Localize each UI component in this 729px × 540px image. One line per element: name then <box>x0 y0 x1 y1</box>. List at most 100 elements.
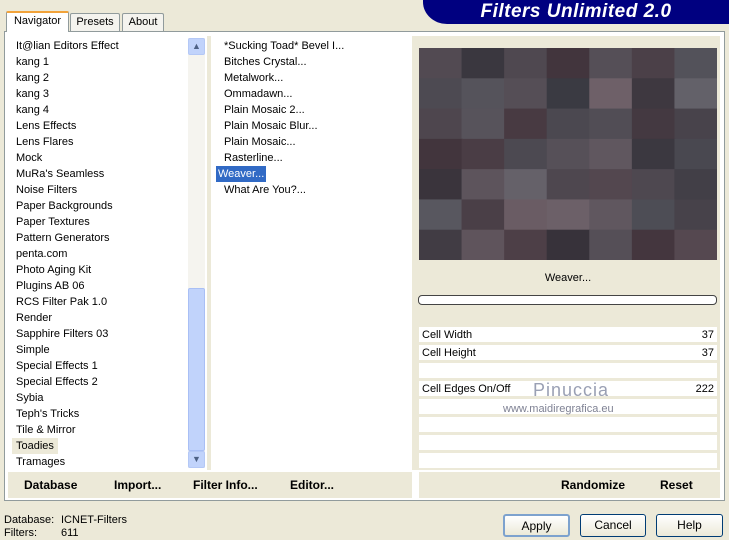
category-item[interactable]: RCS Filter Pak 1.0 <box>8 294 107 310</box>
import-button[interactable]: Import... <box>114 478 161 492</box>
mosaic-tile <box>631 78 676 110</box>
mosaic-tile <box>674 138 717 171</box>
param-value[interactable]: 222 <box>696 381 714 397</box>
mosaic-tile <box>674 48 717 80</box>
category-item[interactable]: MuRa's Seamless <box>8 166 104 182</box>
tab-navigator[interactable]: Navigator <box>6 11 69 32</box>
scroll-down-icon[interactable]: ▼ <box>188 451 205 468</box>
param-label: Cell Edges On/Off <box>422 383 511 395</box>
category-item[interactable]: kang 4 <box>8 102 49 118</box>
filter-name-label: Weaver... <box>544 272 592 284</box>
mosaic-tile <box>589 229 633 260</box>
mosaic-tile <box>504 108 548 140</box>
category-item[interactable]: Special Effects 2 <box>8 374 98 390</box>
filter-item[interactable]: What Are You?... <box>214 182 306 198</box>
status-database-label: Database: <box>4 514 55 526</box>
mosaic-tile <box>504 48 548 80</box>
mosaic-tile <box>461 78 506 110</box>
param-value[interactable]: 37 <box>702 327 714 343</box>
filter-item[interactable]: Ommadawn... <box>214 86 292 102</box>
category-item[interactable]: Lens Effects <box>8 118 76 134</box>
category-item[interactable]: penta.com <box>8 246 67 262</box>
status-filters-value: 611 <box>61 527 79 539</box>
mosaic-tile <box>674 108 717 140</box>
param-label: Cell Width <box>422 329 473 341</box>
cancel-button[interactable]: Cancel <box>580 514 646 537</box>
category-item[interactable]: Lens Flares <box>8 134 73 150</box>
mosaic-tile <box>631 138 676 171</box>
scroll-thumb[interactable] <box>188 288 205 451</box>
category-item[interactable]: Pattern Generators <box>8 230 110 246</box>
divider <box>207 36 211 470</box>
mosaic-tile <box>546 48 591 80</box>
mosaic-tile <box>504 169 548 201</box>
filter-item[interactable]: Rasterline... <box>214 150 283 166</box>
mosaic-tile <box>504 138 548 171</box>
mosaic-tile <box>631 108 676 140</box>
randomize-button[interactable]: Randomize <box>561 478 625 492</box>
category-item[interactable]: It@lian Editors Effect <box>8 38 119 54</box>
category-item[interactable]: Sapphire Filters 03 <box>8 326 108 342</box>
help-button[interactable]: Help <box>656 514 723 537</box>
mosaic-tile <box>631 169 676 201</box>
filter-info-button[interactable]: Filter Info... <box>193 478 258 492</box>
category-item[interactable]: Tramages <box>8 454 65 470</box>
mosaic-tile <box>419 78 463 110</box>
category-item[interactable]: kang 2 <box>8 70 49 86</box>
mosaic-tile <box>589 169 633 201</box>
mosaic-tile <box>419 229 463 260</box>
filter-item[interactable]: Weaver... <box>216 166 267 182</box>
mosaic-tile <box>589 78 633 110</box>
param-row[interactable] <box>419 435 717 452</box>
filter-item[interactable]: Plain Mosaic... <box>214 134 296 150</box>
bottom-toolbar-left: Database Import... Filter Info... Editor… <box>8 472 412 498</box>
preview-image <box>419 48 717 260</box>
mosaic-tile <box>419 138 463 171</box>
mosaic-tile <box>589 48 633 80</box>
filter-item[interactable]: Bitches Crystal... <box>214 54 307 70</box>
param-row[interactable] <box>419 453 717 470</box>
filter-item[interactable]: *Sucking Toad* Bevel I... <box>214 38 344 54</box>
tab-about[interactable]: About <box>122 13 164 31</box>
editor-button[interactable]: Editor... <box>290 478 334 492</box>
category-item[interactable]: Sybia <box>8 390 44 406</box>
param-row[interactable] <box>419 417 717 434</box>
database-button[interactable]: Database <box>24 478 77 492</box>
param-row[interactable] <box>419 363 717 380</box>
param-row[interactable]: Cell Width 37 <box>419 327 717 344</box>
param-label: Cell Height <box>422 347 476 359</box>
mosaic-tile <box>631 199 676 231</box>
category-item[interactable]: kang 3 <box>8 86 49 102</box>
category-item[interactable]: Photo Aging Kit <box>8 262 91 278</box>
filter-item[interactable]: Plain Mosaic Blur... <box>214 118 318 134</box>
mosaic-tile <box>504 78 548 110</box>
category-item[interactable]: Mock <box>8 150 42 166</box>
category-item[interactable]: Simple <box>8 342 50 358</box>
watermark-name: Pinuccia <box>533 380 610 400</box>
category-item[interactable]: kang 1 <box>8 54 49 70</box>
filter-item[interactable]: Plain Mosaic 2... <box>214 102 305 118</box>
category-item[interactable]: Render <box>8 310 52 326</box>
category-list[interactable]: It@lian Editors Effect kang 1 kang 2 kang 3… <box>8 38 188 470</box>
category-item[interactable]: Noise Filters <box>8 182 77 198</box>
scroll-up-icon[interactable]: ▲ <box>188 38 205 55</box>
mosaic-tile <box>461 48 506 80</box>
mosaic-tile <box>631 229 676 260</box>
param-value[interactable]: 37 <box>702 345 714 361</box>
category-item[interactable]: Plugins AB 06 <box>8 278 85 294</box>
category-item[interactable]: Paper Backgrounds <box>8 198 113 214</box>
category-scrollbar[interactable]: ▲ ▼ <box>188 38 205 468</box>
apply-button[interactable]: Apply <box>503 514 570 537</box>
filter-item[interactable]: Metalwork... <box>214 70 283 86</box>
filter-list[interactable]: *Sucking Toad* Bevel I... Bitches Crystal… <box>214 38 410 470</box>
category-item[interactable]: Toadies <box>12 438 58 454</box>
mosaic-tile <box>674 169 717 201</box>
param-row[interactable]: Cell Height 37 <box>419 345 717 362</box>
category-item[interactable]: Tile & Mirror <box>8 422 75 438</box>
category-item[interactable]: Paper Textures <box>8 214 90 230</box>
category-item[interactable]: Special Effects 1 <box>8 358 98 374</box>
category-item[interactable]: Teph's Tricks <box>8 406 79 422</box>
tab-presets[interactable]: Presets <box>70 13 120 31</box>
reset-button[interactable]: Reset <box>660 478 693 492</box>
mosaic-tile <box>546 78 591 110</box>
